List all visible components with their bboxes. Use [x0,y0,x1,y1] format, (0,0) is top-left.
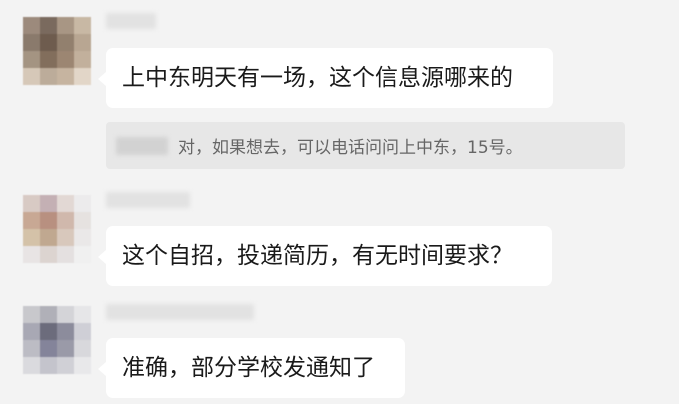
avatar[interactable] [23,195,91,263]
sender-name [106,192,190,208]
avatar[interactable] [23,306,91,374]
sender-name [106,13,156,29]
message-text: 这个自招，投递简历，有无时间要求？ [122,243,513,269]
avatar[interactable] [23,17,91,85]
message-text: 准确，部分学校发通知了 [122,355,375,381]
quoted-sender-name [116,136,168,155]
message-bubble[interactable]: 这个自招，投递简历，有无时间要求？ [98,226,552,286]
message-bubble[interactable]: 准确，部分学校发通知了 [98,338,405,398]
quoted-reply[interactable]: 对，如果想去，可以电话问问上中东，15号。 [106,122,625,169]
quoted-text: 对，如果想去，可以电话问问上中东，15号。 [178,138,523,158]
sender-name [106,304,254,320]
message-bubble[interactable]: 上中东明天有一场，这个信息源哪来的 [98,48,553,108]
message-text: 上中东明天有一场，这个信息源哪来的 [122,65,513,91]
